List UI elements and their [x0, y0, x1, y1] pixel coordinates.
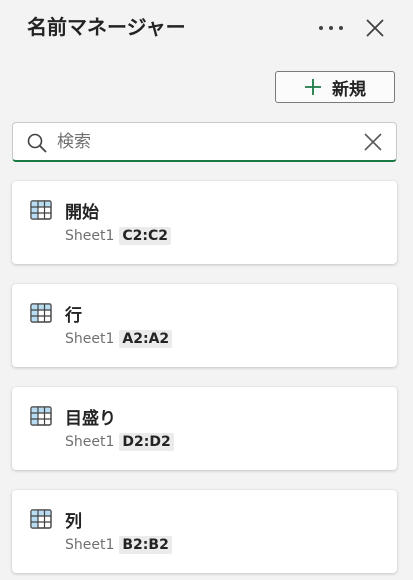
- sheet-name: Sheet1: [65, 228, 115, 244]
- reference: Sheet1 B2:B2: [65, 536, 172, 554]
- cell-range: B2:B2: [119, 536, 172, 554]
- reference: Sheet1 C2:C2: [65, 227, 172, 245]
- new-name-button[interactable]: 新規: [275, 71, 395, 103]
- search-box: [12, 122, 397, 162]
- table-icon: [30, 406, 52, 426]
- clear-search-icon[interactable]: [363, 132, 383, 152]
- cell-range: C2:C2: [119, 227, 172, 245]
- cell-range: A2:A2: [119, 330, 173, 348]
- search-input[interactable]: [57, 129, 347, 155]
- search-icon: [27, 133, 47, 153]
- new-button-label: 新規: [332, 79, 366, 100]
- table-icon: [30, 200, 52, 220]
- name-label: 目盛り: [65, 409, 116, 429]
- reference: Sheet1 A2:A2: [65, 330, 173, 348]
- table-icon: [30, 303, 52, 323]
- name-item[interactable]: 開始 Sheet1 C2:C2: [12, 181, 397, 264]
- sheet-name: Sheet1: [65, 537, 115, 553]
- name-item[interactable]: 列 Sheet1 B2:B2: [12, 490, 397, 573]
- more-horizontal-icon: [319, 26, 343, 30]
- sheet-name: Sheet1: [65, 331, 115, 347]
- sheet-name: Sheet1: [65, 434, 115, 450]
- name-label: 列: [65, 512, 82, 532]
- cell-range: D2:D2: [119, 433, 174, 451]
- plus-icon: [305, 79, 321, 95]
- reference: Sheet1 D2:D2: [65, 433, 174, 451]
- name-item[interactable]: 目盛り Sheet1 D2:D2: [12, 387, 397, 470]
- name-label: 行: [65, 306, 82, 326]
- pane-header: 名前マネージャー: [0, 0, 413, 56]
- name-label: 開始: [65, 203, 99, 223]
- pane-title: 名前マネージャー: [27, 15, 186, 39]
- close-icon: [366, 19, 384, 37]
- table-icon: [30, 509, 52, 529]
- name-item[interactable]: 行 Sheet1 A2:A2: [12, 284, 397, 367]
- more-options-button[interactable]: [314, 14, 348, 42]
- close-pane-button[interactable]: [360, 14, 390, 42]
